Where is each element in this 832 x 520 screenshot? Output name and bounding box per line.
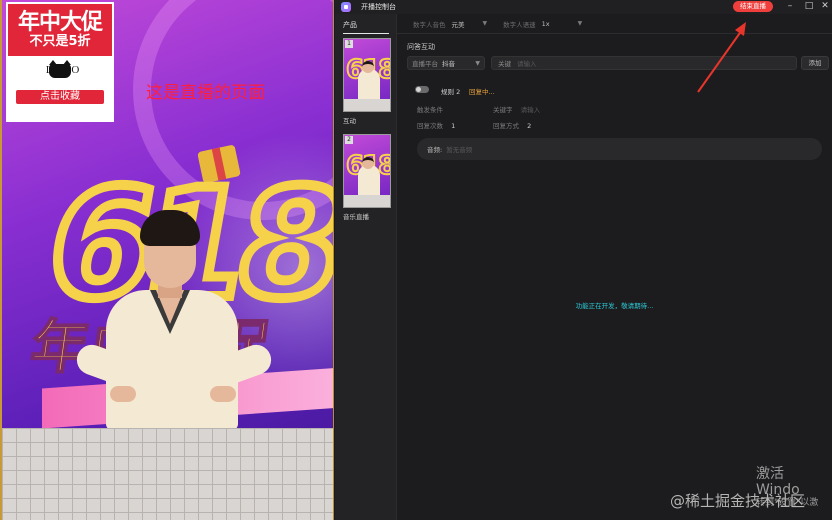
rule-name: 规则 2 xyxy=(441,88,461,96)
app-logo-icon xyxy=(341,2,351,12)
product-index: 1 xyxy=(345,40,353,48)
trigger-field: 触发条件 xyxy=(417,104,443,114)
audio-label: 音频: xyxy=(427,146,443,154)
promo-badge-title: 年中大促 xyxy=(17,9,103,35)
site-watermark: @稀土掘金技术社区 xyxy=(670,492,806,510)
product-index: 2 xyxy=(345,136,353,144)
reply-count-value: 1 xyxy=(451,122,456,130)
product-sidebar: 产品 618 1 互动 618 2 音乐直 xyxy=(335,14,397,520)
audio-field[interactable]: 音频: 暂无音频 xyxy=(417,138,822,160)
voice-label: 数字人音色 xyxy=(413,20,446,29)
product-item[interactable]: 618 1 互动 xyxy=(343,38,391,125)
voice-select[interactable]: 元美 xyxy=(452,19,465,29)
app-title: 开播控制台 xyxy=(361,3,396,11)
live-page-caption: 这是直播的页面 xyxy=(146,83,265,103)
product-item[interactable]: 618 2 音乐直播 xyxy=(343,134,391,221)
rule-status: 回复中... xyxy=(469,88,495,96)
speed-select[interactable]: 1x xyxy=(542,20,550,28)
add-button[interactable]: 添加 xyxy=(801,56,829,70)
live-preview: 618 年中大促 年中大促 不只是5折 LOGO 点击收藏 这是直播的页面 xyxy=(0,0,334,520)
platform-label: 直播平台 xyxy=(412,60,438,68)
screen: 618 年中大促 年中大促 不只是5折 LOGO 点击收藏 这是直播的页面 xyxy=(0,0,832,520)
trigger-label: 触发条件 xyxy=(417,106,443,114)
speed-label: 数字人语速 xyxy=(503,20,536,29)
promo-badge: 年中大促 不只是5折 xyxy=(6,2,114,58)
reply-method-label: 回复方式 xyxy=(493,122,519,130)
tmall-cat-icon xyxy=(49,60,71,78)
keyword-input[interactable]: 关键 请输入 xyxy=(491,56,797,70)
keyword2-placeholder: 请输入 xyxy=(520,106,541,114)
reply-count-field[interactable]: 回复次数 1 xyxy=(417,120,455,130)
chevron-down-icon: ▼ xyxy=(475,59,480,67)
audio-placeholder: 暂无音频 xyxy=(446,146,473,154)
title-bar: 开播控制台 结束直播 – □ ✕ xyxy=(335,0,832,14)
tab-products[interactable]: 产品 xyxy=(343,20,389,34)
chevron-down-icon[interactable]: ▼ xyxy=(483,20,488,27)
logo-card: LOGO 点击收藏 xyxy=(6,58,114,122)
keyword-placeholder: 请输入 xyxy=(517,60,537,68)
settings-bar: 数字人音色 元美 ▼ 数字人语速 1x ▼ xyxy=(397,14,832,34)
promo-badge-subtitle: 不只是5折 xyxy=(29,34,91,49)
product-thumbnail: 618 1 xyxy=(343,38,391,112)
chevron-down-icon[interactable]: ▼ xyxy=(578,20,583,27)
close-icon[interactable]: ✕ xyxy=(816,0,832,14)
keyword-label: 关键 xyxy=(498,60,511,68)
product-label: 音乐直播 xyxy=(343,213,369,221)
keyword2-field[interactable]: 关键字 请输入 xyxy=(493,104,540,114)
section-title: 问答互动 xyxy=(407,43,435,51)
keyword2-label: 关键字 xyxy=(493,106,513,114)
minimize-icon[interactable]: – xyxy=(781,0,799,14)
presenter-figure xyxy=(72,210,276,430)
product-label: 互动 xyxy=(343,117,356,125)
platform-value: 抖音 xyxy=(442,60,455,68)
reply-method-field[interactable]: 回复方式 2 xyxy=(493,120,531,130)
presenter-table xyxy=(2,428,333,520)
rule-toggle[interactable] xyxy=(415,86,429,93)
in-development-message: 功能正在开发，敬请期待... xyxy=(575,302,654,310)
favorite-button[interactable]: 点击收藏 xyxy=(16,90,104,104)
qa-panel: 问答互动 直播平台 抖音 ▼ 关键 请输入 添加 规则 2 回复中... 触发条… xyxy=(397,34,832,520)
reply-method-value: 2 xyxy=(527,122,532,130)
reply-count-label: 回复次数 xyxy=(417,122,443,130)
control-console: 开播控制台 结束直播 – □ ✕ 产品 618 1 互动 618 xyxy=(335,0,832,520)
platform-select[interactable]: 直播平台 抖音 ▼ xyxy=(407,56,485,70)
end-live-button[interactable]: 结束直播 xyxy=(733,1,773,12)
product-thumbnail: 618 2 xyxy=(343,134,391,208)
